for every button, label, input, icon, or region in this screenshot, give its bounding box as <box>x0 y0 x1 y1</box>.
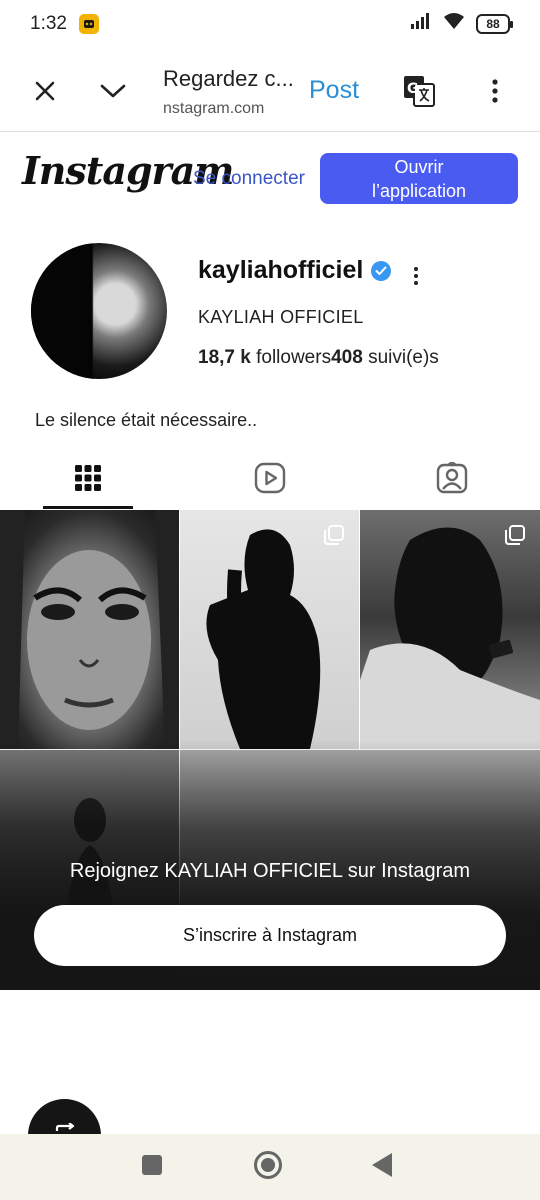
join-prompt: Rejoignez KAYLIAH OFFICIEL sur Instagram <box>69 860 471 882</box>
status-icons: 88 <box>410 12 513 36</box>
login-link[interactable]: Se connecter <box>193 168 305 190</box>
avatar[interactable] <box>31 243 167 379</box>
followers-label[interactable]: followers <box>256 347 331 368</box>
home-icon[interactable] <box>254 1151 282 1179</box>
tab-grid[interactable] <box>43 450 133 510</box>
tab-tagged[interactable] <box>407 450 497 510</box>
svg-text:G: G <box>407 81 419 97</box>
system-nav-bar <box>0 1134 540 1200</box>
instagram-header: Instagram Se connecter Ouvrir l’applicat… <box>0 132 540 224</box>
carousel-icon <box>504 524 526 551</box>
verified-badge-icon <box>371 260 392 281</box>
wifi-icon <box>442 12 466 36</box>
username-row: kayliahofficiel <box>198 256 392 285</box>
more-vertical-icon[interactable] <box>480 76 510 106</box>
profile-tabs <box>0 450 540 510</box>
battery-level: 88 <box>486 17 500 31</box>
active-tab-indicator <box>43 506 133 509</box>
page-url[interactable]: nstagram.com <box>163 100 264 118</box>
grid-icon <box>74 464 102 497</box>
screen: 1:32 88 Regardez c... nstagram.com Post … <box>0 0 540 1200</box>
open-app-label-line1: Ouvrir <box>394 157 444 177</box>
post-thumbnail[interactable] <box>360 510 540 749</box>
username: kayliahofficiel <box>198 256 364 284</box>
reels-icon <box>254 462 286 499</box>
open-app-button[interactable]: Ouvrir l’application <box>320 153 518 204</box>
page-title[interactable]: Regardez c... <box>163 66 294 92</box>
chevron-down-icon[interactable] <box>98 76 128 106</box>
recents-icon[interactable] <box>142 1155 162 1175</box>
profile-stats: 18,7 k followers408 suivi(e)s <box>198 347 439 369</box>
browser-toolbar: Regardez c... nstagram.com Post G <box>0 48 540 132</box>
following-label[interactable]: suivi(e)s <box>368 347 439 368</box>
app-notification-icon <box>78 14 99 34</box>
signal-icon <box>410 12 432 36</box>
followers-count[interactable]: 18,7 k <box>198 347 251 368</box>
bio: Le silence était nécessaire.. <box>35 410 258 430</box>
close-icon[interactable] <box>30 76 60 106</box>
open-app-label-line2: l’application <box>371 181 467 201</box>
post-thumbnail[interactable] <box>0 510 179 749</box>
status-bar: 1:32 88 <box>0 0 540 48</box>
battery-icon: 88 <box>476 14 513 34</box>
following-count[interactable]: 408 <box>331 347 363 368</box>
signup-button[interactable]: S’inscrire à Instagram <box>34 905 506 966</box>
translate-icon[interactable]: G <box>401 73 437 109</box>
tagged-icon <box>436 460 468 499</box>
profile-options-icon[interactable] <box>413 266 419 291</box>
post-button[interactable]: Post <box>309 76 359 105</box>
full-name: KAYLIAH OFFICIEL <box>198 307 364 327</box>
status-time: 1:32 <box>30 13 67 34</box>
carousel-icon <box>323 524 345 551</box>
tab-reels[interactable] <box>225 450 315 510</box>
post-thumbnail[interactable] <box>180 510 359 749</box>
back-icon[interactable] <box>372 1153 392 1177</box>
post-grid: Rejoignez KAYLIAH OFFICIEL sur Instagram… <box>0 510 540 990</box>
